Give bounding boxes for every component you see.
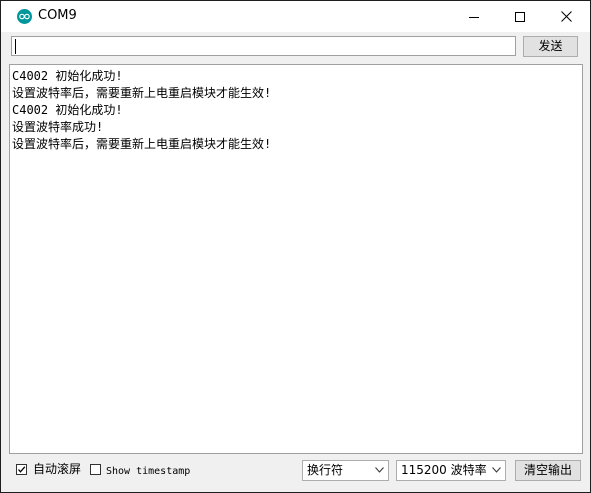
console-line: C4002 初始化成功! xyxy=(12,103,123,117)
autoscroll-label: 自动滚屏 xyxy=(33,462,82,476)
close-button[interactable] xyxy=(543,1,589,32)
console-line: C4002 初始化成功! xyxy=(12,69,123,83)
arduino-icon xyxy=(17,9,32,24)
line-ending-value: 换行符 xyxy=(307,463,344,477)
console-line: 设置波特率后，需要重新上电重启模块才能生效! xyxy=(12,137,272,151)
console-line: 设置波特率成功! xyxy=(12,120,104,134)
clear-output-button[interactable]: 清空输出 xyxy=(515,460,581,481)
maximize-icon xyxy=(515,11,525,22)
text-caret xyxy=(15,39,16,54)
line-ending-select[interactable]: 换行符 xyxy=(302,460,389,481)
autoscroll-checkbox[interactable] xyxy=(16,464,27,475)
chevron-down-icon xyxy=(375,467,384,473)
bottom-toolbar: 自动滚屏 Show timestamp 换行符 115200 波特率 清空输出 xyxy=(1,456,590,492)
minimize-icon xyxy=(469,16,479,18)
serial-output-area[interactable]: C4002 初始化成功! 设置波特率后，需要重新上电重启模块才能生效! C4002 … xyxy=(9,64,583,454)
check-icon xyxy=(18,466,26,473)
serial-monitor-window: COM9 发送 C4002 初始化成功! 设置波特率后，需要重新上电重启模块才能生… xyxy=(0,0,591,493)
console-line: 设置波特率后，需要重新上电重启模块才能生效! xyxy=(12,86,272,100)
send-input[interactable] xyxy=(11,36,516,56)
minimize-button[interactable] xyxy=(451,1,497,32)
close-icon xyxy=(560,11,572,22)
window-title: COM9 xyxy=(38,8,77,23)
title-bar[interactable]: COM9 xyxy=(1,1,590,32)
baud-rate-select[interactable]: 115200 波特率 xyxy=(396,460,506,481)
show-timestamp-checkbox[interactable] xyxy=(90,464,101,475)
baud-rate-value: 115200 波特率 xyxy=(401,463,487,477)
maximize-button[interactable] xyxy=(497,1,543,32)
send-row: 发送 xyxy=(1,32,590,62)
send-button[interactable]: 发送 xyxy=(523,36,578,57)
chevron-down-icon xyxy=(492,467,501,473)
show-timestamp-label: Show timestamp xyxy=(106,466,191,477)
